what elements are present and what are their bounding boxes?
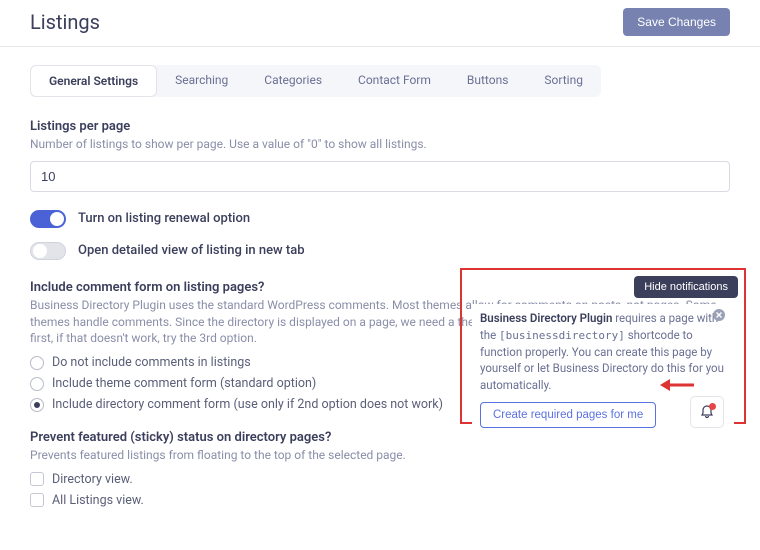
close-icon[interactable] bbox=[712, 308, 726, 322]
listings-per-page-input[interactable] bbox=[30, 161, 730, 192]
comment-radio-2-label: Include directory comment form (use only… bbox=[52, 397, 443, 412]
listings-per-page-desc: Number of listings to show per page. Use… bbox=[30, 136, 730, 153]
sticky-check-1[interactable] bbox=[30, 493, 44, 507]
sticky-check-0-label: Directory view. bbox=[52, 472, 133, 487]
tabs-bar: General Settings Searching Categories Co… bbox=[30, 65, 601, 97]
comment-radio-2[interactable] bbox=[30, 398, 44, 412]
tab-sorting[interactable]: Sorting bbox=[526, 65, 601, 97]
save-changes-button[interactable]: Save Changes bbox=[623, 8, 730, 36]
listings-per-page-label: Listings per page bbox=[30, 119, 730, 134]
sticky-check-1-label: All Listings view. bbox=[52, 493, 144, 508]
comment-radio-0-label: Do not include comments in listings bbox=[52, 355, 251, 370]
create-required-pages-button[interactable]: Create required pages for me bbox=[480, 402, 656, 428]
new-tab-toggle[interactable] bbox=[30, 242, 66, 260]
new-tab-toggle-label: Open detailed view of listing in new tab bbox=[78, 243, 305, 258]
tab-general-settings[interactable]: General Settings bbox=[30, 65, 157, 97]
notifications-bell-button[interactable] bbox=[690, 396, 724, 428]
arrow-icon bbox=[660, 376, 694, 394]
tab-contact-form[interactable]: Contact Form bbox=[340, 65, 449, 97]
comment-radio-1[interactable] bbox=[30, 377, 44, 391]
comment-radio-0[interactable] bbox=[30, 356, 44, 370]
sticky-check-0[interactable] bbox=[30, 472, 44, 486]
renewal-toggle-label: Turn on listing renewal option bbox=[78, 211, 250, 226]
hide-notifications-button[interactable]: Hide notifications bbox=[634, 276, 738, 298]
notification-highlight-box: Hide notifications Business Directory Pl… bbox=[460, 268, 746, 424]
renewal-toggle[interactable] bbox=[30, 210, 66, 228]
tab-categories[interactable]: Categories bbox=[246, 65, 340, 97]
notification-dot-icon bbox=[709, 403, 716, 410]
sticky-desc: Prevents featured listings from floating… bbox=[30, 447, 730, 464]
page-title: Listings bbox=[30, 10, 100, 34]
comment-radio-1-label: Include theme comment form (standard opt… bbox=[52, 376, 316, 391]
tab-buttons[interactable]: Buttons bbox=[449, 65, 527, 97]
tab-searching[interactable]: Searching bbox=[157, 65, 246, 97]
